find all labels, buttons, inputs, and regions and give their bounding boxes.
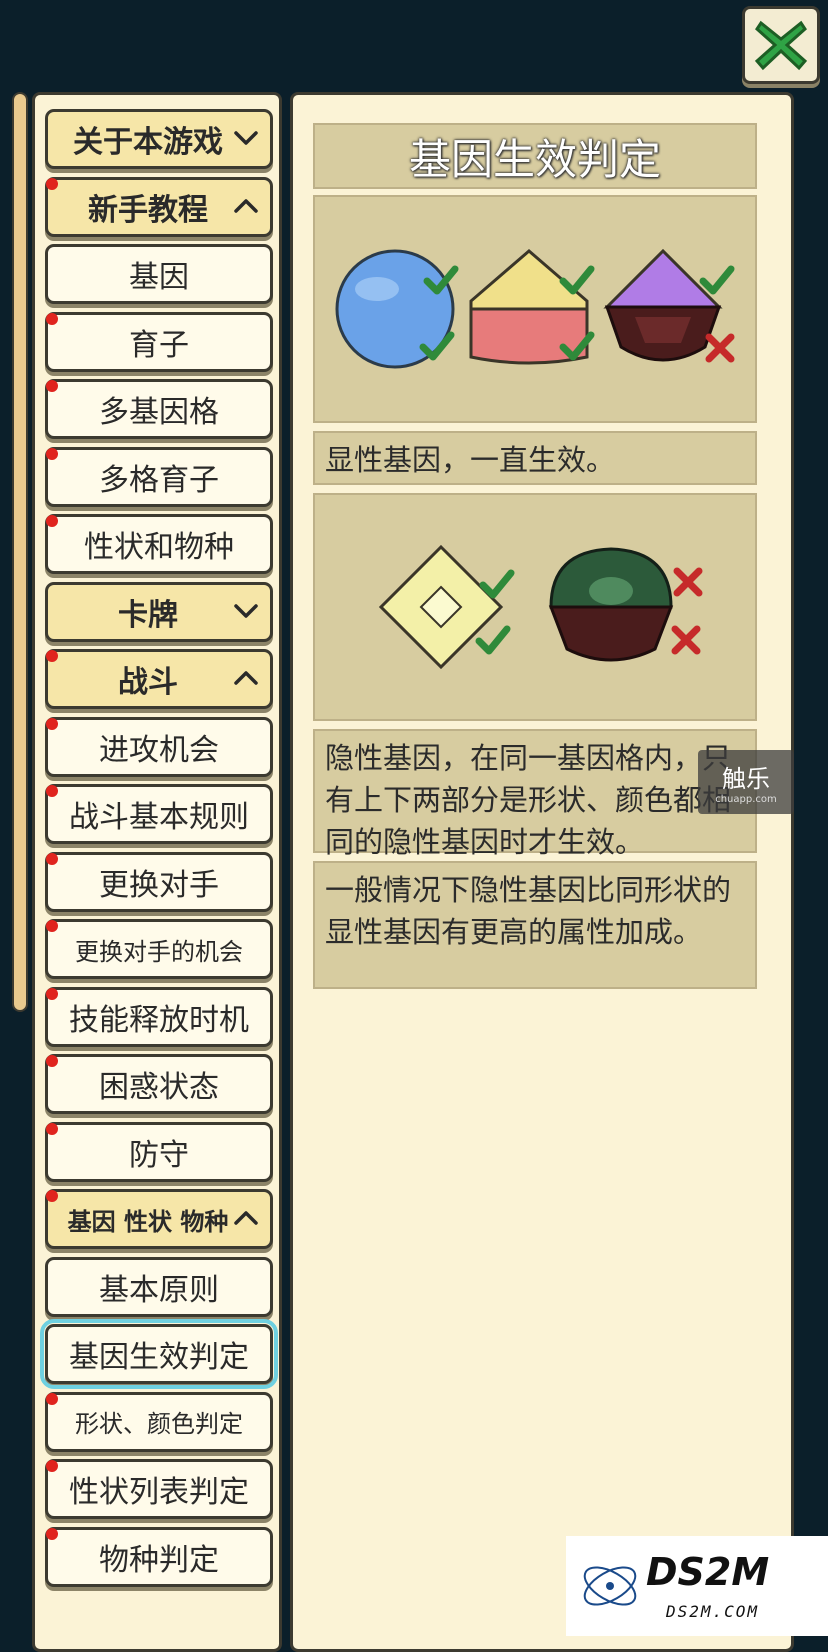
recessive-gene-illustration [313,493,757,721]
sidebar-item-label: 困惑状态 [99,1070,219,1105]
chevron-up-icon [234,1211,258,1225]
new-indicator-dot [46,852,58,865]
sidebar: 关于本游戏新手教程基因育子多基因格多格育子性状和物种卡牌战斗进攻机会战斗基本规则… [32,92,282,1652]
sidebar-item-label: 基因 [129,260,189,295]
new-indicator-dot [46,312,58,325]
ds2m-watermark-logo-text: DS2M [646,1550,770,1594]
sidebar-section-16[interactable]: 基因 性状 物种 [45,1189,273,1249]
new-indicator-dot [46,650,58,662]
sidebar-item-label: 战斗基本规则 [69,800,249,835]
main-panel: 基因生效判定 显性基因，一直生效。 隐性基因，在同一基因格内，只有上下两部分是形… [290,92,794,1652]
sidebar-item-label: 多基因格 [99,395,219,430]
sidebar-item-label: 更换对手 [99,867,219,903]
cross-icon [705,333,735,363]
chule-watermark-text: 触乐 [722,765,770,793]
sidebar-item-label: 物种判定 [99,1542,219,1578]
sidebar-item-3[interactable]: 育子 [45,311,273,372]
sidebar-item-19[interactable]: 形状、颜色判定 [45,1391,273,1452]
ds2m-watermark-url: DS2M.COM [666,1602,760,1621]
sidebar-item-17[interactable]: 基本原则 [45,1256,273,1317]
new-indicator-dot [46,920,58,932]
sidebar-item-21[interactable]: 物种判定 [45,1526,273,1587]
new-indicator-dot [46,1190,58,1202]
caption-recessive: 隐性基因，在同一基因格内，只有上下两部分是形状、颜色都相同的隐性基因时才生效。 [313,729,757,859]
ds2m-watermark: DS2M DS2M.COM [566,1536,828,1636]
sidebar-item-label: 防守 [129,1137,189,1173]
new-indicator-dot [46,177,58,190]
sidebar-item-label: 技能释放时机 [69,1002,249,1038]
new-indicator-dot [46,785,58,797]
page-title: 基因生效判定 [313,123,757,189]
sidebar-scrollbar[interactable] [12,92,28,1012]
sidebar-item-label: 育子 [129,327,189,363]
sidebar-item-label: 多格育子 [99,462,219,498]
sidebar-section-8[interactable]: 战斗 [45,649,273,709]
sidebar-item-11[interactable]: 更换对手 [45,851,273,912]
sidebar-item-15[interactable]: 防守 [45,1121,273,1182]
sidebar-item-label: 性状和物种 [84,530,234,565]
check-icon [479,569,515,599]
chule-watermark: 触乐 chuapp.com [698,750,794,814]
sidebar-item-label: 进攻机会 [99,732,219,768]
sidebar-item-label: 基因生效判定 [69,1340,249,1375]
sidebar-item-9[interactable]: 进攻机会 [45,716,273,777]
sidebar-item-label: 更换对手的机会 [75,937,243,966]
sidebar-item-13[interactable]: 技能释放时机 [45,986,273,1047]
new-indicator-dot [46,1055,58,1067]
new-indicator-dot [46,1392,58,1405]
check-icon [559,265,595,295]
sidebar-item-label: 性状列表判定 [69,1475,249,1510]
sidebar-item-18[interactable]: 基因生效判定 [40,1319,278,1389]
new-indicator-dot [46,447,58,460]
close-icon [754,20,808,71]
close-button[interactable] [742,6,820,84]
caption-bonus: 一般情况下隐性基因比同形状的显性基因有更高的属性加成。 [313,861,757,989]
dominant-gene-illustration [313,195,757,423]
sidebar-item-2[interactable]: 基因 [45,244,273,304]
sidebar-item-20[interactable]: 性状列表判定 [45,1459,273,1519]
chevron-down-icon [234,131,258,145]
chevron-up-icon [234,198,258,213]
new-indicator-dot [46,515,58,527]
new-indicator-dot [46,1527,58,1540]
sidebar-section-0[interactable]: 关于本游戏 [45,109,273,169]
sidebar-item-14[interactable]: 困惑状态 [45,1054,273,1114]
sidebar-section-1[interactable]: 新手教程 [45,176,273,237]
sidebar-item-10[interactable]: 战斗基本规则 [45,784,273,844]
new-indicator-dot [46,380,58,392]
sidebar-item-6[interactable]: 性状和物种 [45,514,273,574]
sidebar-item-4[interactable]: 多基因格 [45,379,273,439]
yellow-red-gene [469,249,589,311]
check-icon [475,625,511,655]
sidebar-section-7[interactable]: 卡牌 [45,581,273,642]
new-indicator-dot [46,1122,58,1135]
chule-watermark-url: chuapp.com [715,794,777,805]
caption-dominant: 显性基因，一直生效。 [313,431,757,485]
sidebar-item-12[interactable]: 更换对手的机会 [45,919,273,979]
chevron-up-icon [234,671,258,685]
sidebar-item-label: 形状、颜色判定 [75,1410,243,1438]
cross-icon [673,567,703,597]
new-indicator-dot [46,987,58,1000]
sidebar-item-label: 基本原则 [99,1272,219,1308]
new-indicator-dot [46,1460,58,1472]
sidebar-item-5[interactable]: 多格育子 [45,446,273,507]
cross-icon [671,625,701,655]
chevron-down-icon [234,603,258,618]
check-icon [699,265,735,295]
new-indicator-dot [46,717,58,730]
